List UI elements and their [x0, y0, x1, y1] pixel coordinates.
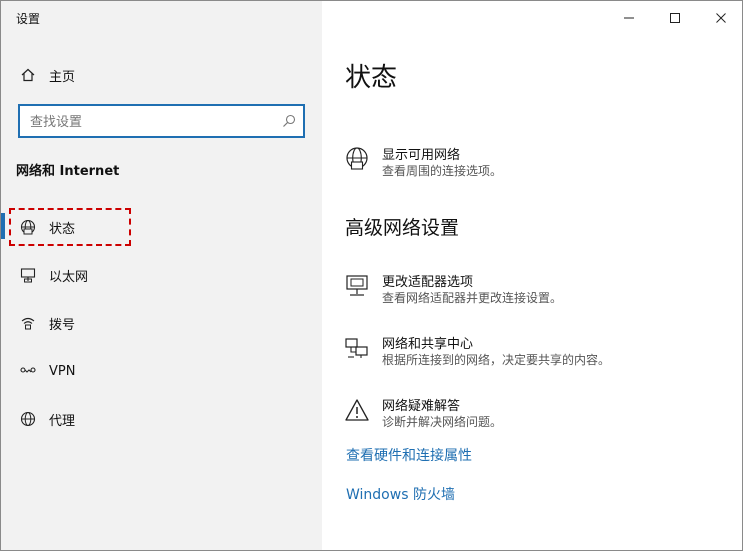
- nav-item-vpn[interactable]: VPN: [1, 351, 322, 391]
- ethernet-icon: [17, 255, 39, 295]
- view-hardware-properties-link[interactable]: 查看硬件和连接属性: [346, 445, 472, 465]
- page-title: 状态: [345, 63, 398, 93]
- nav-item-label: 拨号: [49, 317, 76, 333]
- advanced-settings-heading: 高级网络设置: [345, 217, 460, 239]
- item-title: 显示可用网络: [382, 148, 461, 163]
- highlight-annotation: [9, 208, 131, 246]
- nav-item-label: VPN: [49, 363, 76, 379]
- network-troubleshooter[interactable]: 网络疑难解答 诊断并解决网络问题。: [344, 395, 724, 435]
- windows-firewall-link[interactable]: Windows 防火墙: [346, 484, 455, 504]
- close-button[interactable]: [698, 1, 742, 35]
- item-description: 查看周围的连接选项。: [382, 164, 503, 178]
- search-field[interactable]: [18, 104, 305, 138]
- item-description: 查看网络适配器并更改连接设置。: [382, 291, 563, 305]
- window-title: 设置: [16, 12, 41, 26]
- item-title: 更改适配器选项: [382, 275, 474, 290]
- search-icon[interactable]: [281, 113, 297, 129]
- minimize-button[interactable]: [606, 1, 652, 35]
- item-title: 网络和共享中心: [382, 337, 474, 352]
- settings-window: 设置 主页 网络和 Internet 状态 以太网: [0, 0, 743, 551]
- nav-item-label: 代理: [49, 413, 76, 429]
- dialup-icon: [17, 303, 39, 343]
- nav-pane: 设置 主页 网络和 Internet 状态 以太网: [1, 1, 322, 550]
- nav-item-proxy[interactable]: 代理: [1, 399, 322, 439]
- warning-icon: [344, 397, 370, 423]
- nav-item-label: 主页: [49, 69, 76, 85]
- maximize-button[interactable]: [652, 1, 698, 35]
- maximize-icon: [669, 12, 681, 24]
- nav-item-ethernet[interactable]: 以太网: [1, 255, 322, 295]
- item-description: 根据所连接到的网络，决定要共享的内容。: [382, 353, 611, 367]
- globe-icon: [344, 146, 370, 172]
- change-adapter-options[interactable]: 更改适配器选项 查看网络适配器并更改连接设置。: [344, 271, 724, 311]
- nav-item-home[interactable]: 主页: [1, 55, 322, 95]
- nav-item-label: 以太网: [49, 269, 89, 285]
- proxy-globe-icon: [17, 399, 39, 439]
- network-sharing-center[interactable]: 网络和共享中心 根据所连接到的网络，决定要共享的内容。: [344, 333, 724, 373]
- item-description: 诊断并解决网络问题。: [382, 415, 503, 429]
- show-available-networks[interactable]: 显示可用网络 查看周围的连接选项。: [344, 144, 724, 184]
- adapter-icon: [344, 273, 370, 299]
- nav-item-dialup[interactable]: 拨号: [1, 303, 322, 343]
- vpn-icon: [17, 351, 39, 391]
- close-icon: [715, 12, 727, 24]
- nav-section-header: 网络和 Internet: [16, 164, 120, 179]
- minimize-icon: [623, 12, 635, 24]
- search-input[interactable]: [28, 112, 272, 132]
- home-icon: [17, 55, 39, 95]
- item-title: 网络疑难解答: [382, 399, 461, 414]
- sharing-icon: [344, 335, 370, 361]
